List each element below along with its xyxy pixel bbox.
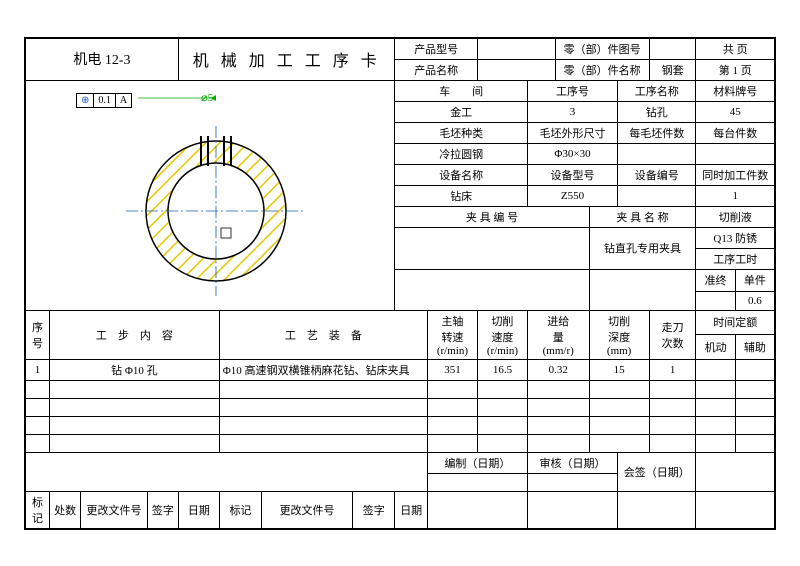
per-machine-label: 每台件数 [696,122,775,143]
feed-value: 0.32 [527,359,589,380]
unit-label: 单件 [735,270,774,292]
material-label: 材料牌号 [696,80,775,101]
footer-prepare-val [427,473,527,491]
blank-type-label: 毛坯种类 [395,122,527,143]
footer-blank3 [427,491,527,528]
footer-date2: 日期 [395,491,427,528]
footer-blank [26,452,428,491]
table-row [26,398,775,416]
process-name-value: 钻孔 [618,101,696,122]
col-passes: 走刀次数 [649,310,696,359]
depth-value: 15 [589,359,649,380]
col-equip: 工 艺 装 备 [219,310,427,359]
equip-model-value: Z550 [527,185,617,206]
product-model-label: 产品型号 [395,38,477,59]
footer-check-val [527,473,617,491]
footer-change2: 更改文件号 [262,491,353,528]
footer-sign: 签字 [147,491,178,528]
seq-value: 1 [26,359,50,380]
fixture-no-value [395,227,589,270]
footer-change: 更改文件号 [81,491,148,528]
equip-name-value: 钻床 [395,185,527,206]
coolant-label: 切削液 [696,206,775,227]
table-row: 1 钻 Φ10 孔 Φ10 高速钢双横锥柄麻花钻、钻床夹具 351 16.5 0… [26,359,775,380]
part-drawing-label: 零（部）件图号 [555,38,649,59]
col-speed: 切削速度(r/min) [477,310,527,359]
process-no-value: 3 [527,101,617,122]
col-seq: 序号 [26,310,50,359]
blank-size-value: Φ30×30 [527,143,617,164]
footer-mark: 标记 [26,491,50,528]
title-cell: 机 械 加 工 工 序 卡 [178,38,395,80]
part-name-label: 零（部）件名称 [555,59,649,80]
footer-sheets: 处数 [50,491,81,528]
blank-cell [589,270,696,310]
footer-sign2: 签字 [352,491,394,528]
product-name-label: 产品名称 [395,59,477,80]
workshop-value: 金工 [395,101,527,122]
fixture-no-label: 夹 具 编 号 [395,206,589,227]
product-name-value [477,59,555,80]
speed-value: 16.5 [477,359,527,380]
part-drawing-value [649,38,696,59]
diagram-cell: ⊕ 0.1 A ⌀5 [26,80,395,310]
footer-prepare: 编制（日期） [427,452,527,473]
fixture-name-label: 夹 具 名 称 [589,206,696,227]
footer-mark2: 标记 [219,491,261,528]
table-row [26,380,775,398]
footer-check: 审核（日期） [527,452,617,473]
footer-blank4 [527,491,617,528]
footer-blank6 [696,491,775,528]
table-row [26,416,775,434]
material-value: 45 [696,101,775,122]
unit-value: 0.6 [735,291,774,310]
process-name-label: 工序名称 [618,80,696,101]
table-row [26,434,775,452]
col-aux: 辅助 [735,335,774,360]
col-feed: 进给量(mm/r) [527,310,589,359]
simul-value: 1 [696,185,775,206]
page-no: 第 1 页 [696,59,775,80]
part-name-value: 钢套 [649,59,696,80]
total-pages: 共 页 [696,38,775,59]
col-motor: 机动 [696,335,735,360]
passes-value: 1 [649,359,696,380]
spindle-value: 351 [427,359,477,380]
process-no-label: 工序号 [527,80,617,101]
col-depth: 切削深度(mm) [589,310,649,359]
step-value: 钻 Φ10 孔 [50,359,220,380]
per-blank-label: 每毛坯件数 [618,122,696,143]
coolant-value: Q13 防锈 [696,227,775,249]
per-machine-value [696,143,775,164]
blank-size-label: 毛坯外形尺寸 [527,122,617,143]
footer-blank5 [618,491,696,528]
footer-approve: 会签（日期） [618,452,696,491]
col-time-quota: 时间定额 [696,310,775,335]
time-label: 工序工时 [696,249,775,270]
equip-name-label: 设备名称 [395,164,527,185]
org-cell: 机电 12-3 [26,38,179,80]
blank-cell [395,270,589,310]
per-blank-value [618,143,696,164]
prep-value [696,291,735,310]
fixture-name-value: 钻直孔专用夹具 [589,227,696,270]
equip-model-label: 设备型号 [527,164,617,185]
motor-value [696,359,735,380]
footer-blank2 [696,452,775,491]
equip-no-label: 设备编号 [618,164,696,185]
aux-value [735,359,774,380]
equip-no-value [618,185,696,206]
prep-label: 准终 [696,270,735,292]
col-spindle: 主轴转速(r/min) [427,310,477,359]
product-model-value [477,38,555,59]
part-drawing-icon [26,81,376,311]
blank-type-value: 冷拉圆钢 [395,143,527,164]
workshop-label: 车 间 [395,80,527,101]
equip-value: Φ10 高速钢双横锥柄麻花钻、钻床夹具 [219,359,427,380]
simul-label: 同时加工件数 [696,164,775,185]
footer-date: 日期 [178,491,219,528]
col-step: 工 步 内 容 [50,310,220,359]
